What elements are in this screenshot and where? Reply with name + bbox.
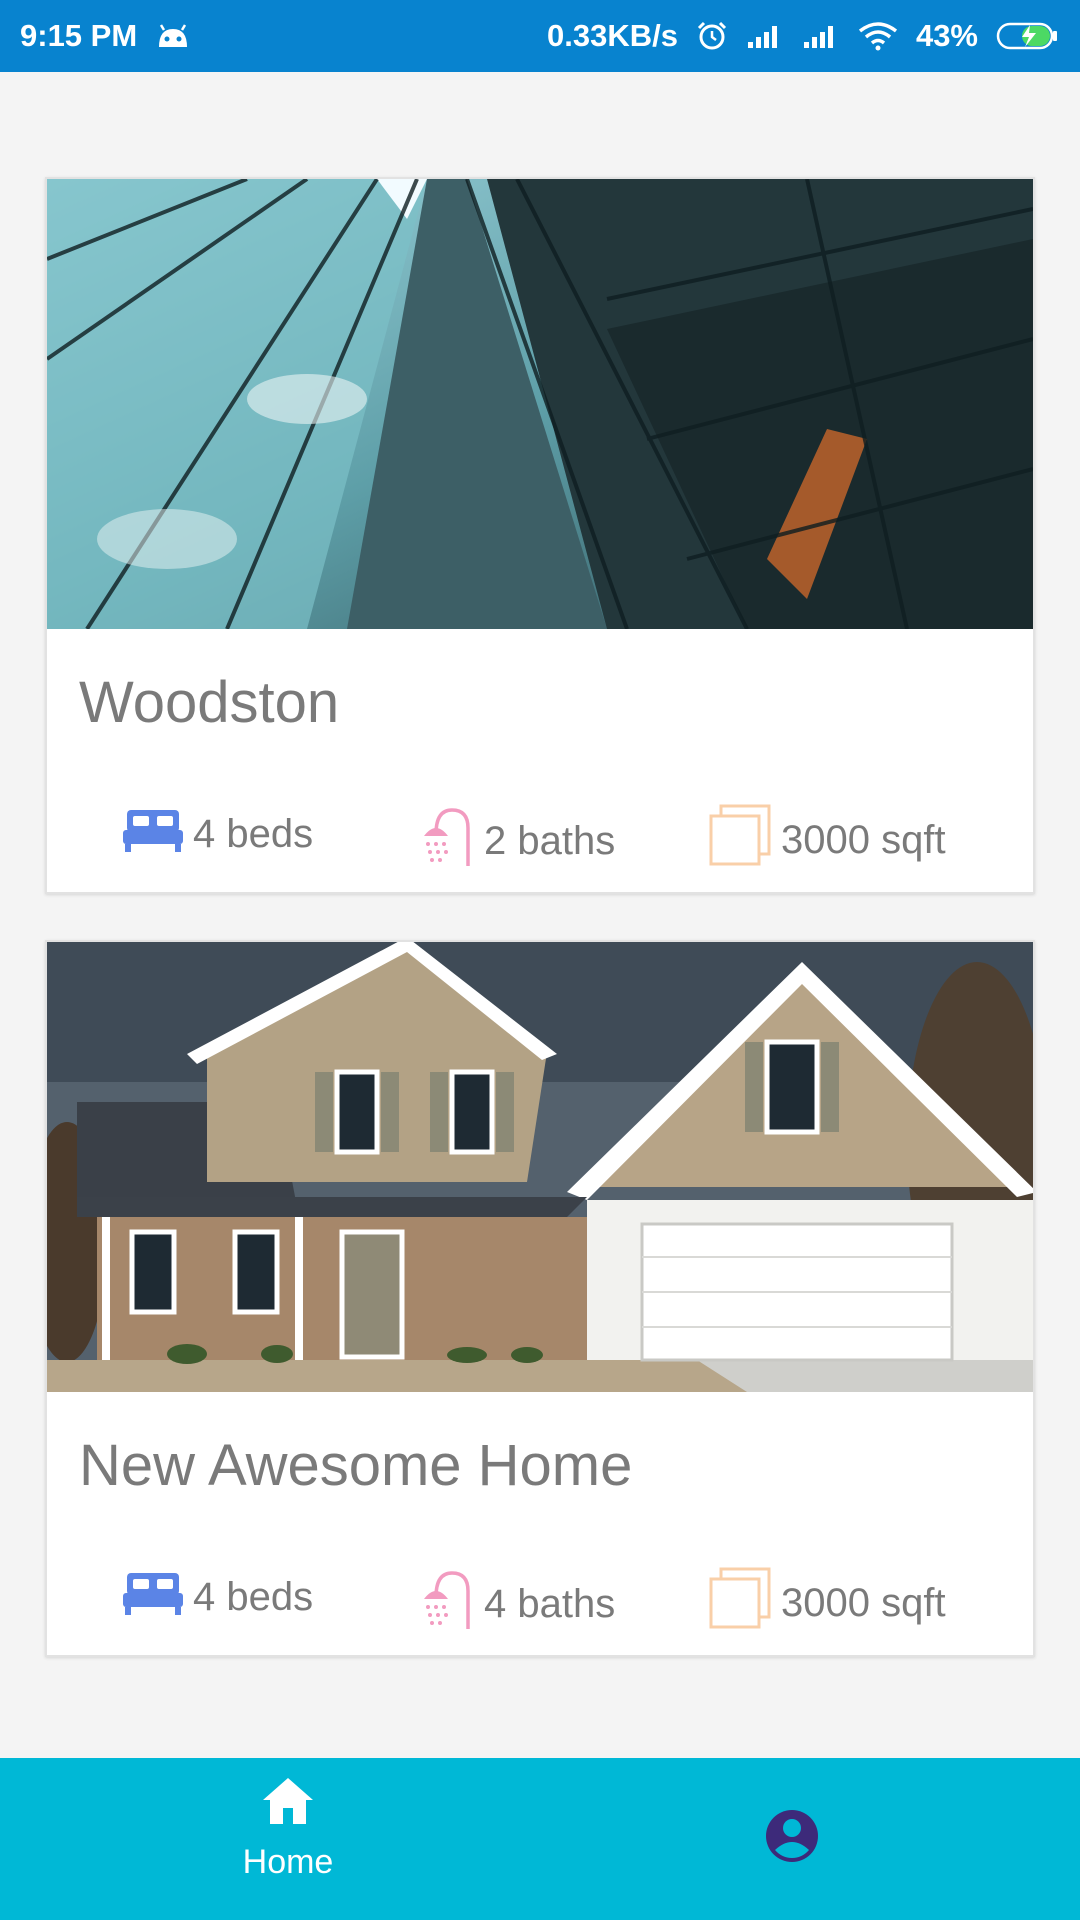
area-stat: 3000 sqft — [709, 1567, 946, 1639]
home-icon — [263, 1778, 313, 1829]
nav-profile-tab[interactable] — [762, 1806, 822, 1871]
account-circle-icon — [762, 1810, 822, 1870]
bottom-navigation: Home — [0, 1758, 1080, 1920]
area-label: 3000 sqft — [781, 1580, 946, 1625]
beds-stat: 4 beds — [123, 1567, 313, 1627]
listing-title: Woodston — [79, 670, 340, 735]
area-icon — [709, 804, 771, 876]
listing-photo — [47, 942, 1033, 1392]
baths-label: 2 baths — [484, 818, 616, 863]
beds-label: 4 beds — [193, 1574, 314, 1619]
area-label: 3000 sqft — [781, 817, 946, 862]
nav-home-tab[interactable]: Home — [188, 1778, 388, 1898]
status-time: 9:15 PM — [20, 18, 138, 53]
wifi-icon — [858, 21, 898, 51]
beds-label: 4 beds — [193, 811, 314, 856]
alarm-icon — [696, 20, 728, 52]
network-speed: 0.33KB/s — [546, 18, 678, 53]
area-icon — [709, 1567, 771, 1639]
beds-stat: 4 beds — [123, 804, 313, 864]
signal-icon — [802, 22, 840, 50]
listing-title: New Awesome Home — [79, 1433, 633, 1498]
status-bar: 9:15 PM 0.33KB/s 43% — [0, 0, 1080, 72]
shower-icon — [422, 804, 474, 878]
baths-stat: 4 baths — [422, 1567, 615, 1641]
bed-icon — [123, 804, 183, 864]
listing-card[interactable]: Woodston 4 beds 2 baths 3000 sqft — [45, 177, 1035, 894]
battery-charging-icon — [996, 21, 1060, 51]
listing-photo — [47, 179, 1033, 629]
baths-stat: 2 baths — [422, 804, 615, 878]
bed-icon — [123, 1567, 183, 1627]
area-stat: 3000 sqft — [709, 804, 946, 876]
nav-home-label: Home — [242, 1843, 334, 1881]
signal-icon — [746, 22, 784, 50]
android-icon — [155, 23, 191, 49]
shower-icon — [422, 1567, 474, 1641]
battery-percent: 43% — [915, 18, 978, 53]
baths-label: 4 baths — [484, 1581, 616, 1626]
listing-card[interactable]: New Awesome Home 4 beds 4 baths 3000 sqf… — [45, 940, 1035, 1657]
